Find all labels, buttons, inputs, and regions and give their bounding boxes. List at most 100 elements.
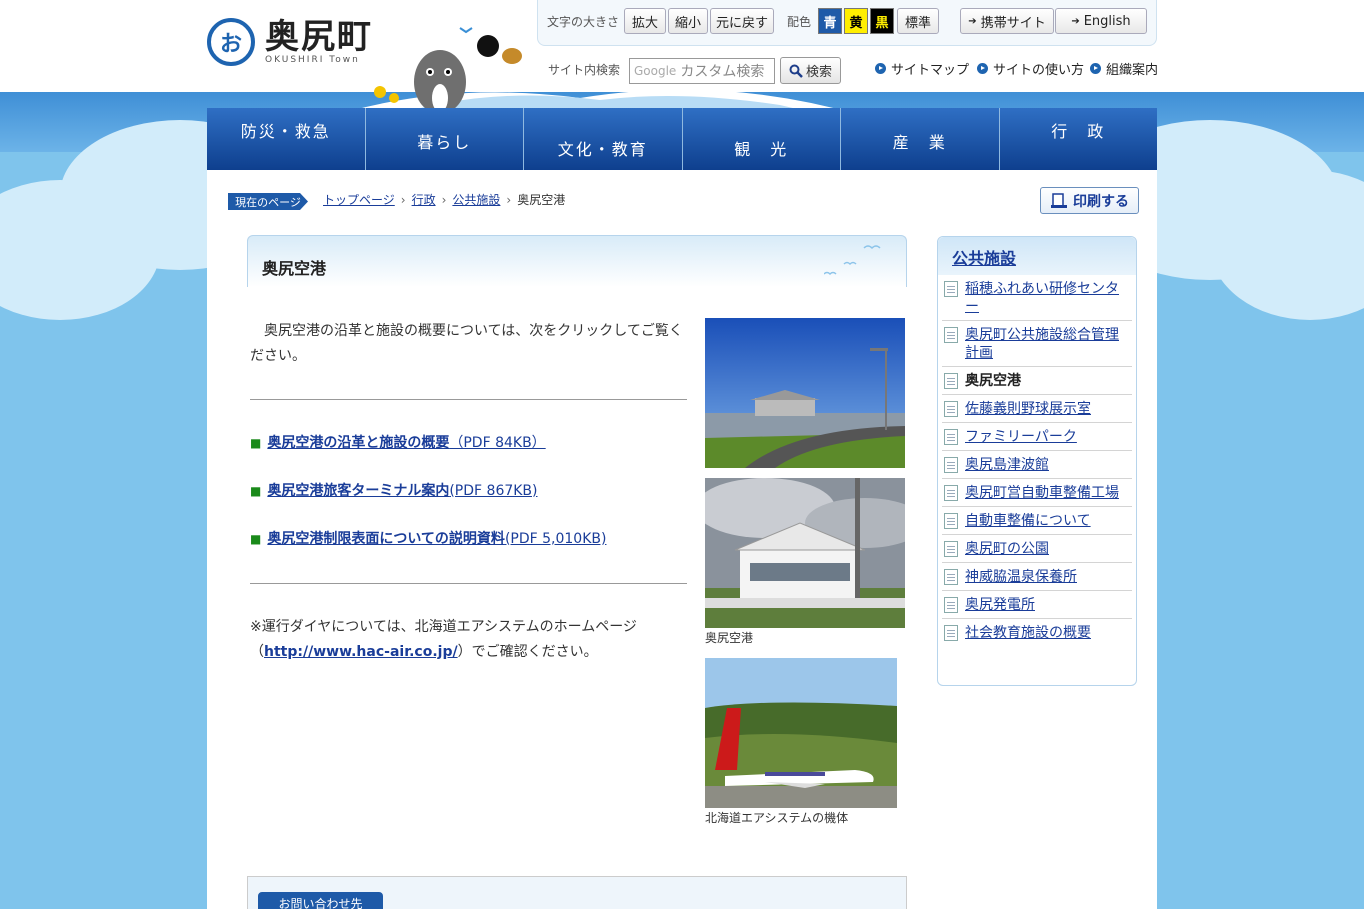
nav-culture-education[interactable]: 文化・教育: [524, 108, 683, 170]
contact-tab: お問い合わせ先: [258, 892, 383, 909]
breadcrumb-tag: 現在のページ: [228, 193, 308, 210]
sidebar-item[interactable]: 奥尻町の公園: [942, 535, 1132, 563]
document-link-meta[interactable]: (PDF 5,010KB): [505, 531, 607, 547]
arrow-right-icon: ➔: [968, 15, 977, 27]
nav-tourism[interactable]: 観 光: [682, 108, 841, 170]
square-bullet-icon: ■: [250, 532, 262, 546]
font-shrink-button[interactable]: 縮小: [668, 8, 708, 34]
sidebar-item[interactable]: 自動車整備について: [942, 507, 1132, 535]
town-emblem-icon: お: [207, 18, 255, 66]
sidebar-item-label[interactable]: ファミリーパーク: [965, 428, 1077, 446]
bullet-icon: [977, 63, 988, 74]
print-button-label: 印刷する: [1073, 193, 1129, 210]
sidebar-item[interactable]: ファミリーパーク: [942, 423, 1132, 451]
sidebar-item[interactable]: 神威脇温泉保養所: [942, 563, 1132, 591]
breadcrumb-separator: ›: [400, 193, 406, 207]
sidebar-item-label[interactable]: 奥尻町の公園: [965, 540, 1049, 558]
nav-disaster-emergency[interactable]: 防災・救急: [207, 108, 366, 170]
schedule-note: ※運行ダイヤについては、北海道エアシステムのホームページ（http://www.…: [250, 615, 690, 665]
intro-text: 奥尻空港の沿革と施設の概要については、次をクリックしてご覧ください。: [250, 323, 683, 364]
logo-subtitle: OKUSHIRI Town: [265, 55, 360, 65]
english-button[interactable]: ➔ English: [1055, 8, 1147, 34]
document-link[interactable]: ■ 奥尻空港制限表面についての説明資料(PDF 5,010KB): [250, 528, 606, 548]
color-standard-button[interactable]: 標準: [897, 8, 939, 34]
sidebar-item-label[interactable]: 自動車整備について: [965, 512, 1091, 530]
print-button[interactable]: 印刷する: [1040, 187, 1139, 214]
airport-runway-photo: [705, 318, 905, 468]
sidebar-item[interactable]: 奥尻島津波館: [942, 451, 1132, 479]
sidebar-list: 稲穂ふれあい研修センター 奥尻町公共施設総合管理計画 奥尻空港 佐藤義則野球展示…: [938, 275, 1136, 646]
color-scheme-label: 配色: [787, 15, 812, 29]
sidebar-public-facilities: 公共施設 稲穂ふれあい研修センター 奥尻町公共施設総合管理計画 奥尻空港 佐藤義…: [937, 236, 1137, 686]
bullet-icon: [875, 63, 886, 74]
mobile-site-label: 携帯サイト: [980, 15, 1046, 31]
sidebar-item[interactable]: 奥尻町公共施設総合管理計画: [942, 321, 1132, 367]
search-button[interactable]: 検索: [780, 57, 841, 84]
site-usage-label: サイトの使い方: [993, 63, 1085, 78]
nav-industry[interactable]: 産 業: [841, 108, 1000, 170]
organization-link[interactable]: 組織案内: [1090, 59, 1158, 78]
color-black-button[interactable]: 黒: [870, 8, 894, 34]
airplane-photo: [705, 658, 897, 808]
page-icon: [944, 485, 958, 501]
color-yellow-button[interactable]: 黄: [844, 8, 868, 34]
sidebar-item[interactable]: 佐藤義則野球展示室: [942, 395, 1132, 423]
sidebar-item-label[interactable]: 神威脇温泉保養所: [965, 568, 1077, 586]
sidebar-item[interactable]: 奥尻発電所: [942, 591, 1132, 619]
sidebar-item-label[interactable]: 奥尻発電所: [965, 596, 1035, 614]
document-link-label[interactable]: 奥尻空港の沿革と施設の概要: [267, 435, 449, 451]
sidebar-item-label[interactable]: 奥尻町営自動車整備工場: [965, 484, 1119, 502]
page-icon: [944, 597, 958, 613]
font-reset-button[interactable]: 元に戻す: [710, 8, 774, 34]
search-label: サイト内検索: [548, 63, 621, 77]
page-icon: [944, 541, 958, 557]
sidebar-item-label[interactable]: 社会教育施設の概要: [965, 624, 1091, 642]
breadcrumb-public-facilities[interactable]: 公共施設: [452, 193, 500, 207]
search-icon: [789, 64, 803, 78]
site-usage-link[interactable]: サイトの使い方: [977, 59, 1084, 78]
document-link-label[interactable]: 奥尻空港旅客ターミナル案内: [267, 483, 449, 499]
mobile-site-button[interactable]: ➔ 携帯サイト: [960, 8, 1054, 34]
page-title-box: 奥尻空港: [247, 235, 907, 287]
document-link-meta[interactable]: （PDF 84KB）: [449, 435, 545, 451]
document-link[interactable]: ■ 奥尻空港の沿革と施設の概要（PDF 84KB）: [250, 432, 546, 452]
sidebar-item[interactable]: 社会教育施設の概要: [942, 619, 1132, 646]
breadcrumb-administration[interactable]: 行政: [412, 193, 436, 207]
nav-living[interactable]: 暮らし: [365, 108, 524, 170]
color-blue-button[interactable]: 青: [818, 8, 842, 34]
page-icon: [944, 429, 958, 445]
square-bullet-icon: ■: [250, 436, 262, 450]
search-placeholder: カスタム検索: [680, 64, 765, 80]
sidebar-item[interactable]: 奥尻町営自動車整備工場: [942, 479, 1132, 507]
page-icon: [944, 373, 958, 389]
breadcrumb-current: 奥尻空港: [517, 193, 566, 207]
sidebar-title[interactable]: 公共施設: [952, 249, 1016, 268]
sidebar-header: 公共施設: [938, 237, 1136, 275]
sitemap-link[interactable]: サイトマップ: [875, 59, 969, 78]
nav-administration[interactable]: 行 政: [999, 108, 1157, 170]
font-size-label: 文字の大きさ: [547, 15, 620, 29]
arrow-right-icon: ➔: [1071, 15, 1080, 27]
document-link[interactable]: ■ 奥尻空港旅客ターミナル案内(PDF 867KB): [250, 480, 538, 500]
sidebar-item[interactable]: 稲穂ふれあい研修センター: [942, 275, 1132, 321]
sidebar-item-label[interactable]: 佐藤義則野球展示室: [965, 400, 1091, 418]
sidebar-item-label[interactable]: 稲穂ふれあい研修センター: [965, 280, 1130, 316]
divider: [250, 399, 687, 400]
document-link-label[interactable]: 奥尻空港制限表面についての説明資料: [267, 531, 505, 547]
page-title: 奥尻空港: [262, 259, 327, 278]
search-brand: Google: [634, 64, 677, 78]
breadcrumb-top[interactable]: トップページ: [323, 193, 395, 207]
site-logo[interactable]: お 奥尻町 OKUSHIRI Town: [207, 18, 373, 66]
font-enlarge-button[interactable]: 拡大: [624, 8, 666, 34]
divider: [250, 583, 687, 584]
sidebar-item-label[interactable]: 奥尻町公共施設総合管理計画: [965, 326, 1130, 362]
sidebar-item-label: 奥尻空港: [965, 373, 1021, 389]
document-link-meta[interactable]: (PDF 867KB): [449, 483, 537, 499]
print-icon: [1051, 192, 1067, 208]
sidebar-item-current: 奥尻空港: [942, 367, 1132, 395]
english-label: English: [1083, 13, 1131, 29]
sidebar-item-label[interactable]: 奥尻島津波館: [965, 456, 1049, 474]
photo-caption: 奥尻空港: [705, 631, 754, 645]
search-input[interactable]: Google カスタム検索: [629, 58, 775, 84]
hac-air-link[interactable]: http://www.hac-air.co.jp/: [264, 644, 458, 660]
